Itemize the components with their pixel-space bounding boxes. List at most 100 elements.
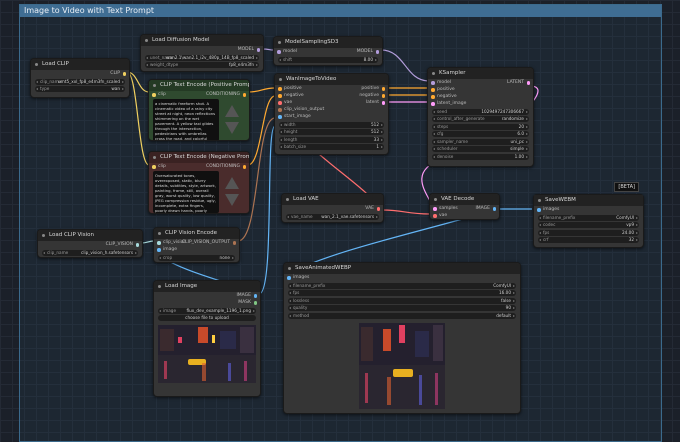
- node-clip-text-encode-negative[interactable]: CLIP Text Encode (Negative Prompt) clip C…: [148, 151, 250, 214]
- widget-height[interactable]: height 512: [279, 129, 384, 135]
- input-socket[interactable]: [537, 208, 541, 212]
- prompt-textarea[interactable]: a cinematic freeform shot. A cinematic v…: [153, 99, 219, 140]
- widget-filename-prefix[interactable]: filename_prefix ComfyUI: [538, 214, 639, 221]
- input-clip[interactable]: clip: [158, 91, 166, 98]
- node-title[interactable]: Load VAE: [282, 194, 383, 205]
- input-images[interactable]: images: [293, 274, 309, 281]
- input-negative[interactable]: negative: [284, 92, 304, 99]
- output-socket[interactable]: [381, 101, 385, 105]
- output-positive[interactable]: positive: [361, 85, 379, 92]
- output-image[interactable]: IMAGE: [475, 205, 490, 212]
- input-socket[interactable]: [278, 115, 282, 119]
- node-clip-vision-encode[interactable]: CLIP Vision Encode clip_vision CLIP_VISIO…: [153, 227, 240, 263]
- node-title[interactable]: Load Diffusion Model: [141, 35, 263, 46]
- output-negative[interactable]: negative: [359, 92, 379, 99]
- output-socket[interactable]: [492, 207, 496, 211]
- widget-control-after-generate[interactable]: control_after_generate randomize: [432, 116, 529, 122]
- output-socket[interactable]: [232, 241, 236, 245]
- output-conditioning[interactable]: CONDITIONING: [206, 91, 240, 98]
- node-save-webm[interactable]: [BETA] SaveWEBM images filename_prefix Co…: [533, 182, 644, 248]
- node-vae-decode[interactable]: VAE Decode samples IMAGE vae: [429, 193, 500, 220]
- node-title[interactable]: CLIP Text Encode (Negative Prompt): [149, 152, 249, 163]
- widget-unet-name[interactable]: unet_namewan2.1\wan2.1_i2v_480p_14B_fp8_…: [145, 54, 259, 61]
- node-title[interactable]: Load CLIP: [31, 59, 129, 70]
- node-title[interactable]: SaveWEBM: [534, 195, 643, 206]
- widget-codec[interactable]: codec vp9: [538, 222, 639, 228]
- output-socket[interactable]: [253, 294, 257, 298]
- widget-filename-prefix[interactable]: filename_prefix ComfyUI: [288, 282, 516, 289]
- prompt-textarea[interactable]: Oversaturated tones, overexposed, static…: [153, 171, 219, 213]
- widget-seed[interactable]: seed 1029497247306667: [432, 108, 529, 115]
- input-socket[interactable]: [157, 248, 161, 252]
- input-positive[interactable]: positive: [284, 85, 302, 92]
- upload-button[interactable]: choose file to upload: [158, 315, 256, 321]
- input-socket[interactable]: [157, 241, 161, 245]
- input-socket[interactable]: [431, 81, 435, 85]
- widget-method[interactable]: method default: [288, 312, 516, 319]
- input-socket[interactable]: [431, 102, 435, 106]
- output-clip-vision[interactable]: CLIP_VISION: [106, 241, 133, 248]
- widget-fps[interactable]: fps 24.00: [538, 229, 639, 236]
- input-clip-socket[interactable]: [152, 93, 156, 97]
- widget-vae-name[interactable]: vae_name wan_2.1_vae.safetensors: [286, 213, 379, 220]
- widget-cfg[interactable]: cfg 6.0: [432, 131, 529, 137]
- output-conditioning-socket[interactable]: [242, 165, 246, 169]
- widget-steps[interactable]: steps 20: [432, 123, 529, 130]
- output-clip[interactable]: CLIP: [110, 70, 120, 77]
- input-model-socket[interactable]: [277, 50, 281, 54]
- output-model[interactable]: MODEL: [357, 48, 373, 55]
- input-positive[interactable]: positive: [437, 86, 455, 93]
- node-title[interactable]: CLIP Text Encode (Positive Prompt): [149, 80, 249, 91]
- output-socket[interactable]: [381, 94, 385, 98]
- widget-lossless[interactable]: lossless false: [288, 297, 516, 304]
- node-title[interactable]: VAE Decode: [430, 194, 499, 205]
- node-load-diffusion-model[interactable]: Load Diffusion Model MODEL unet_namewan2…: [140, 34, 264, 72]
- output-vae[interactable]: VAE: [365, 205, 374, 212]
- output-image[interactable]: IMAGE: [236, 292, 251, 299]
- widget-quality[interactable]: quality 90: [288, 305, 516, 311]
- output-socket[interactable]: [376, 207, 380, 211]
- input-images[interactable]: images: [543, 206, 559, 213]
- widget-shift[interactable]: shift 8.00: [278, 56, 378, 63]
- widget-image[interactable]: image flux_dev_example_1196_1.png: [158, 307, 256, 314]
- node-load-vae[interactable]: Load VAE VAE vae_name wan_2.1_vae.safeten…: [281, 193, 384, 223]
- input-socket[interactable]: [278, 101, 282, 105]
- widget-crop[interactable]: crop none: [158, 254, 235, 261]
- output-latent[interactable]: latent: [366, 99, 379, 106]
- node-title[interactable]: ModelSamplingSD3: [274, 37, 382, 48]
- widget-denoise[interactable]: denoise 1.00: [432, 153, 529, 160]
- widget-clip-name[interactable]: clip_nameumt5_xxl_fp8_e4m3fn_scaled: [35, 78, 125, 85]
- node-title[interactable]: WanImageToVideo: [275, 74, 388, 85]
- node-title[interactable]: Load CLIP Vision: [38, 230, 142, 241]
- node-load-clip-vision[interactable]: Load CLIP Vision CLIP_VISION clip_namecl…: [37, 229, 143, 258]
- output-model-socket[interactable]: [375, 50, 379, 54]
- arrow-down-icon[interactable]: [225, 194, 239, 206]
- input-socket[interactable]: [278, 94, 282, 98]
- arrow-up-icon[interactable]: [225, 177, 239, 189]
- node-title[interactable]: SaveAnimatedWEBP: [284, 263, 520, 274]
- input-samples[interactable]: samples: [439, 205, 458, 212]
- output-socket[interactable]: [135, 243, 139, 247]
- input-negative[interactable]: negative: [437, 93, 457, 100]
- input-socket[interactable]: [287, 276, 291, 280]
- input-image[interactable]: image: [163, 246, 177, 253]
- input-socket[interactable]: [431, 95, 435, 99]
- output-mask[interactable]: MASK: [238, 299, 251, 306]
- output-socket[interactable]: [253, 301, 257, 305]
- node-ksampler[interactable]: KSampler model LATENT positive negative l…: [427, 67, 534, 167]
- widget-crf[interactable]: crf 32: [538, 237, 639, 243]
- node-wan-image-to-video[interactable]: WanImageToVideo positive positive negativ…: [274, 73, 389, 155]
- arrow-up-icon[interactable]: [225, 105, 239, 117]
- node-model-sampling-sd3[interactable]: ModelSamplingSD3 model MODEL shift 8.00: [273, 36, 383, 66]
- input-socket[interactable]: [433, 207, 437, 211]
- widget-sampler-name[interactable]: sampler_name uni_pc: [432, 138, 529, 145]
- output-conditioning[interactable]: CONDITIONING: [206, 163, 240, 170]
- input-vae[interactable]: vae: [439, 212, 447, 219]
- input-vae[interactable]: vae: [284, 99, 292, 106]
- input-clip-socket[interactable]: [152, 165, 156, 169]
- output-clip-socket[interactable]: [122, 72, 126, 76]
- node-load-image[interactable]: Load Image IMAGE MASK image flux_dev_exam…: [153, 280, 261, 397]
- node-title[interactable]: CLIP Vision Encode: [154, 228, 239, 239]
- input-clip[interactable]: clip: [158, 163, 166, 170]
- output-conditioning-socket[interactable]: [242, 93, 246, 97]
